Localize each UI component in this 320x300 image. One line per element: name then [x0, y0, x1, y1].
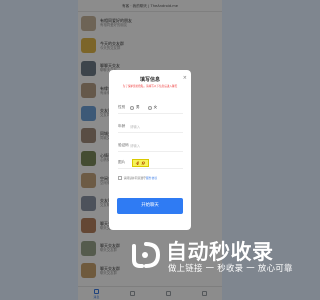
close-icon[interactable]: × [183, 75, 187, 81]
gender-male-radio[interactable]: 男 [130, 105, 140, 110]
agree-checkbox[interactable] [118, 176, 122, 180]
privacy-notice: 为了保护您的隐私，请填写以下信息后进入聊天 [122, 85, 178, 88]
age-row: 年龄 请输入 [118, 121, 183, 133]
start-chat-button[interactable]: 开始聊天 [117, 198, 183, 214]
age-label: 年龄 [118, 124, 126, 128]
radio-label: 男 [136, 105, 140, 109]
radio-label: 女 [153, 105, 158, 109]
code-label: 验证码 [118, 143, 129, 147]
gender-label: 性别 [118, 105, 126, 109]
code-input[interactable]: 请输入 [130, 143, 183, 148]
agreement-link[interactable]: 服务协议 [146, 176, 157, 180]
radio-circle-icon [147, 105, 152, 110]
agreement-row[interactable]: 请阅读并同意遵守 服务协议 [118, 176, 185, 180]
captcha-row: 图片 4 9 [118, 157, 183, 169]
age-input[interactable]: 请输入 [130, 124, 183, 129]
watermark-subtitle: 做上链接 一 秒收录 一 放心可靠 [168, 263, 293, 273]
gender-female-radio[interactable]: 女 [147, 105, 158, 110]
dialog-title: 填写信息 [139, 77, 160, 83]
code-row: 验证码 请输入 [118, 140, 183, 152]
gender-row: 性别 男 女 [118, 102, 183, 114]
agree-text: 请阅读并同意遵守 [123, 176, 146, 180]
logo-mark-icon [132, 242, 161, 268]
radio-circle-icon [130, 105, 134, 110]
info-dialog: 填写信息 × 为了保护您的隐私，请填写以下信息后进入聊天 性别 男 女 年龄 请… [109, 70, 191, 230]
watermark-logo: 自动秒收录 做上链接 一 秒收录 一 放心可靠 [128, 236, 292, 276]
pic-label: 图片 [118, 160, 126, 164]
captcha-image[interactable]: 4 9 [132, 158, 149, 167]
